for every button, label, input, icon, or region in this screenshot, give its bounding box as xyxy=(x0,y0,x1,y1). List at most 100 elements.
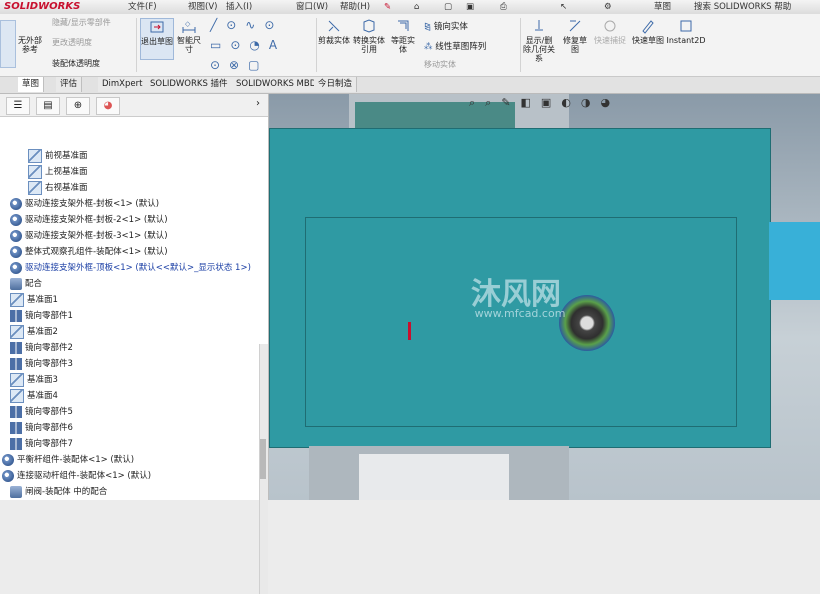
ribbon-divider-2 xyxy=(316,18,317,72)
linear-pattern-button[interactable]: ⁂ 线性草图阵列 xyxy=(424,40,486,52)
collapsed-button[interactable] xyxy=(0,20,16,68)
observation-port-assembly[interactable] xyxy=(559,295,615,351)
save-icon[interactable]: ▣ xyxy=(466,0,474,14)
tree-item[interactable]: 镜向零部件7 xyxy=(10,436,73,452)
tree-item-label: 基准面1 xyxy=(27,295,58,305)
tree-item[interactable]: 镜向零部件1 xyxy=(10,308,73,324)
tab-manufacturing[interactable]: 今日制造 xyxy=(314,77,358,92)
sketch-tools-row2[interactable]: ▭⊙◔A xyxy=(210,38,286,52)
tab-addins[interactable]: SOLIDWORKS 插件 xyxy=(146,77,233,92)
feature-tree-tab-icon[interactable]: ☰ xyxy=(6,97,30,115)
bottom-flange xyxy=(359,454,509,500)
exit-sketch-button[interactable]: 退出草图 xyxy=(140,18,174,60)
convert-entities-button[interactable]: 转换实体引用 xyxy=(352,18,386,54)
tab-sketch[interactable]: 草图 xyxy=(18,77,45,92)
instant2d-label: Instant2D xyxy=(666,36,706,45)
search-help[interactable]: 搜索 SOLIDWORKS 帮助 xyxy=(694,0,791,14)
rapid-sketch-button[interactable]: 快速草图 xyxy=(632,18,664,45)
pin-icon[interactable]: ✎ xyxy=(384,0,391,14)
convert-icon xyxy=(363,19,375,33)
sketch-tools-row3[interactable]: ⊙⊗▢ xyxy=(210,58,268,72)
convert-label: 转换实体引用 xyxy=(353,36,385,54)
offset-entities-button[interactable]: 等距实体 xyxy=(388,18,418,54)
instant2d-button[interactable]: Instant2D xyxy=(666,18,706,45)
tree-item[interactable]: 连接驱动杆组件-装配体<1> (默认) xyxy=(2,468,151,484)
property-tab-icon[interactable]: ▤ xyxy=(36,97,60,115)
tree-item[interactable]: 前视基准面 xyxy=(28,148,88,164)
exit-sketch-label: 退出草图 xyxy=(141,37,173,46)
mirror-entities-button[interactable]: ⧎ 镜向实体 xyxy=(424,20,468,32)
menu-file[interactable]: 文件(F) xyxy=(128,0,157,14)
tree-item[interactable]: 驱动连接支架外框-封板<1> (默认) xyxy=(10,196,159,212)
tree-item[interactable]: 闸阀-装配体 中的配合 xyxy=(10,484,107,500)
feature-manager-panel: ☰ ▤ ⊕ ◕ › 前视基准面上视基准面右视基准面驱动连接支架外框-封板<1> … xyxy=(0,94,269,594)
trim-entities-button[interactable]: 剪裁实体 xyxy=(318,18,350,45)
sketch-tools-row1[interactable]: ╱⊙∿⊙ xyxy=(210,18,283,32)
tree-item[interactable]: 右视基准面 xyxy=(28,180,88,196)
chevron-right-icon[interactable]: › xyxy=(256,98,260,109)
menu-sketch[interactable]: 草图 xyxy=(654,0,671,14)
tree-item[interactable]: 基准面4 xyxy=(10,388,58,404)
no-external-ref-button[interactable]: 无外部参考 xyxy=(16,36,44,54)
plane-icon xyxy=(10,324,24,339)
quick-snap-button[interactable]: 快速捕捉 xyxy=(594,18,626,45)
tree-item-label: 右视基准面 xyxy=(45,183,88,193)
part-icon xyxy=(10,229,22,242)
smart-dimension-button[interactable]: ◇ 智能尺寸 xyxy=(174,18,204,54)
tree-item[interactable]: 镜向零部件5 xyxy=(10,404,73,420)
ribbon-divider-3 xyxy=(520,18,521,72)
top-plate-model[interactable]: 沐风网 www.mfcad.com xyxy=(269,128,771,448)
menu-insert[interactable]: 插入(I) xyxy=(226,0,252,14)
config-tab-icon[interactable]: ⊕ xyxy=(66,97,90,115)
assembly-transparency[interactable]: 装配体透明度 xyxy=(52,58,100,69)
tree-item[interactable]: 驱动连接支架外框-封板-2<1> (默认) xyxy=(10,212,168,228)
tab-mbd[interactable]: SOLIDWORKS MBD xyxy=(232,77,322,92)
tree-item-label: 镜向零部件7 xyxy=(25,439,73,449)
tree-item[interactable]: 驱动连接支架外框-顶板<1> (默认<<默认>_显示状态 1>) xyxy=(10,260,251,276)
tree-item-label: 镜向零部件1 xyxy=(25,311,73,321)
repair-sketch-button[interactable]: 修复草图 xyxy=(560,18,590,54)
tree-item[interactable]: 基准面2 xyxy=(10,324,58,340)
tree-item[interactable]: 镜向零部件6 xyxy=(10,420,73,436)
tree-item[interactable]: 基准面1 xyxy=(10,292,58,308)
menu-view[interactable]: 视图(V) xyxy=(188,0,217,14)
tree-item[interactable]: 平衡杆组件-装配体<1> (默认) xyxy=(2,452,134,468)
tree-item[interactable]: 配合 xyxy=(10,276,42,292)
tree-item-label: 前视基准面 xyxy=(45,151,88,161)
no-external-ref-label: 无外部参考 xyxy=(18,36,42,54)
appearance-tab-icon[interactable]: ◕ xyxy=(96,97,120,115)
tree-item-label: 镜向零部件2 xyxy=(25,343,73,353)
tab-dimxpert[interactable]: DimXpert xyxy=(98,77,148,92)
gear-icon[interactable]: ⚙ xyxy=(604,0,612,14)
tree-item[interactable]: 上视基准面 xyxy=(28,164,88,180)
change-transparency[interactable]: 更改透明度 xyxy=(52,38,92,48)
tree-item[interactable]: 镜向零部件3 xyxy=(10,356,73,372)
plane-icon xyxy=(10,372,24,387)
smart-dimension-label: 智能尺寸 xyxy=(177,36,201,54)
tree-item-label: 基准面4 xyxy=(27,391,58,401)
mate-icon xyxy=(10,485,22,498)
scrollbar-thumb[interactable] xyxy=(260,439,266,479)
tree-item[interactable]: 镜向零部件2 xyxy=(10,340,73,356)
select-icon[interactable]: ↖ xyxy=(560,0,567,14)
move-entities-button[interactable]: 移动实体 xyxy=(424,60,456,70)
print-icon[interactable]: ⎙ xyxy=(500,0,507,14)
asm-icon xyxy=(2,469,14,482)
home-icon[interactable]: ⌂ xyxy=(414,0,419,14)
tree-item[interactable]: 基准面3 xyxy=(10,372,58,388)
tree-item[interactable]: 整体式观察孔组件-装配体<1> (默认) xyxy=(10,244,168,260)
menu-window[interactable]: 窗口(W) xyxy=(296,0,328,14)
menu-help[interactable]: 帮助(H) xyxy=(340,0,370,14)
command-tabs: 草图 评估 DimXpert SOLIDWORKS 插件 SOLIDWORKS … xyxy=(0,77,820,94)
tab-evaluate[interactable]: 评估 xyxy=(56,77,83,92)
view-toolbar[interactable]: ⌕⌕✎◧▣◐◑◕ xyxy=(469,96,769,110)
mirror-icon: ⧎ xyxy=(424,22,434,32)
mirror-label: 镜向实体 xyxy=(433,22,468,32)
tree-item[interactable]: 驱动连接支架外框-封板-3<1> (默认) xyxy=(10,228,168,244)
show-relations-button[interactable]: 显示/删除几何关系 xyxy=(522,18,556,63)
hide-show-components[interactable]: 隐藏/显示零部件 xyxy=(52,18,111,28)
dimension-icon: ◇ xyxy=(182,20,196,33)
graphics-viewport[interactable]: ⌕⌕✎◧▣◐◑◕ 沐风网 www.mfcad.com xyxy=(269,94,820,500)
new-doc-icon[interactable]: ▢ xyxy=(444,0,452,14)
mate-icon xyxy=(10,277,22,290)
